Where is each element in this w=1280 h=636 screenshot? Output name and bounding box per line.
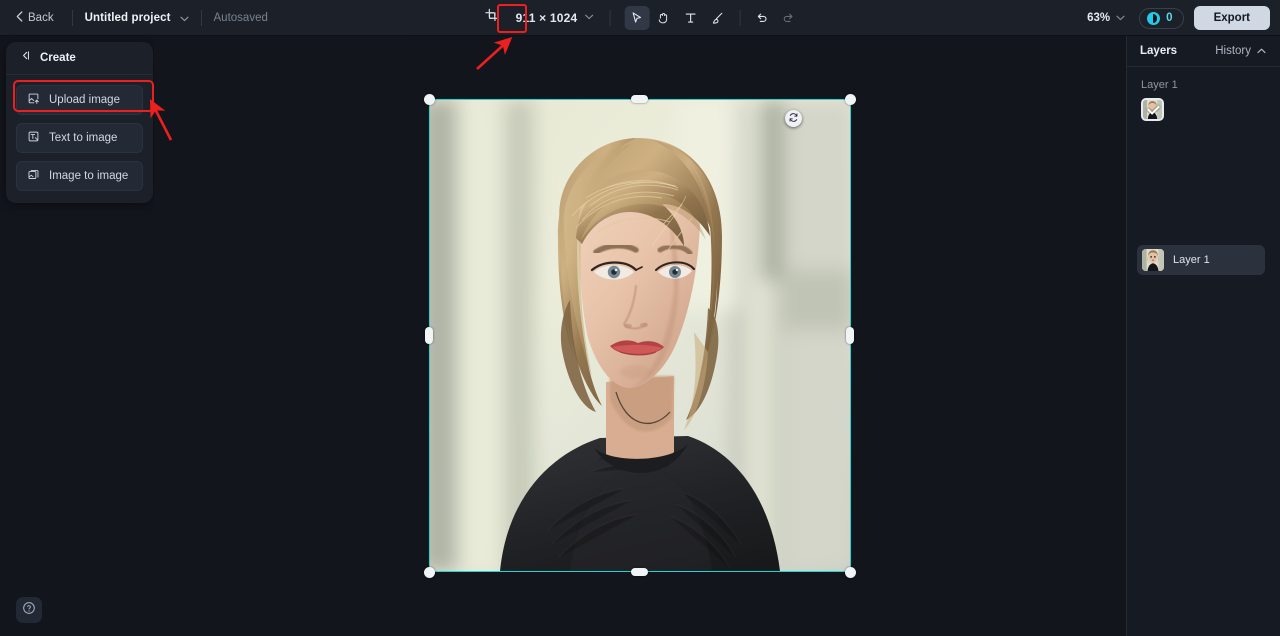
- divider: [739, 10, 740, 26]
- zoom-level: 63%: [1087, 12, 1110, 24]
- layer-thumbnail: [1142, 249, 1164, 271]
- autosave-status: Autosaved: [214, 12, 268, 24]
- chevron-down-icon[interactable]: [584, 12, 593, 23]
- tab-history[interactable]: History: [1215, 45, 1266, 57]
- text-to-image-button[interactable]: Text to image: [16, 123, 143, 153]
- hand-tool[interactable]: [651, 6, 676, 30]
- resize-handle-bottom-right[interactable]: [845, 567, 856, 578]
- upload-image-icon: [27, 92, 40, 108]
- active-layer-thumbnail[interactable]: [1141, 98, 1164, 121]
- coin-icon: [1147, 12, 1160, 25]
- undo-button[interactable]: [749, 6, 774, 30]
- create-panel-header: Create: [6, 42, 153, 75]
- export-button[interactable]: Export: [1194, 6, 1270, 30]
- tab-history-label: History: [1215, 45, 1251, 57]
- list-item[interactable]: Layer 1: [1137, 245, 1265, 275]
- top-bar-center: 911 × 1024: [479, 0, 802, 36]
- top-bar: Back Untitled project Autosaved: [0, 0, 1280, 36]
- resize-handle-top-right[interactable]: [845, 94, 856, 105]
- thumbnail-image: [1142, 249, 1164, 271]
- create-panel-title: Create: [40, 52, 76, 64]
- back-label: Back: [28, 12, 54, 24]
- zoom-control[interactable]: 63%: [1083, 9, 1129, 27]
- chevron-down-icon: [180, 9, 189, 27]
- image-to-image-button[interactable]: Image to image: [16, 161, 143, 191]
- image-to-image-icon: [27, 168, 40, 184]
- canvas-resize-button[interactable]: [479, 6, 505, 30]
- tool-group: [624, 6, 801, 30]
- help-button[interactable]: [16, 597, 42, 623]
- text-to-image-label: Text to image: [49, 132, 117, 144]
- resize-handle-middle-left[interactable]: [425, 327, 433, 344]
- top-bar-right: 63% 0 Export: [1083, 0, 1270, 36]
- layers-panel: Layers History Layer 1: [1126, 36, 1280, 636]
- chevron-left-icon: [16, 11, 23, 25]
- upload-image-button[interactable]: Upload image: [16, 85, 143, 115]
- project-name: Untitled project: [85, 12, 171, 24]
- canvas-area[interactable]: [154, 36, 1126, 636]
- project-name-menu[interactable]: Untitled project: [85, 9, 189, 27]
- image-to-image-label: Image to image: [49, 170, 128, 182]
- resize-handle-top-left[interactable]: [424, 94, 435, 105]
- divider: [609, 10, 610, 26]
- back-button[interactable]: Back: [10, 7, 60, 29]
- resize-handle-bottom-left[interactable]: [424, 567, 435, 578]
- layer-label: Layer 1: [1173, 254, 1210, 266]
- active-layer-caption: Layer 1: [1127, 67, 1280, 98]
- collapse-panel-icon[interactable]: [19, 49, 32, 67]
- resize-handle-bottom-center[interactable]: [631, 568, 648, 576]
- rotate-icon: [788, 110, 799, 128]
- resize-handle-top-center[interactable]: [631, 95, 648, 103]
- text-tool[interactable]: [678, 6, 703, 30]
- tab-layers[interactable]: Layers: [1140, 45, 1177, 57]
- text-to-image-icon: [27, 130, 40, 146]
- create-panel-items: Upload image Text to image: [6, 75, 153, 191]
- canvas-resize-icon: [484, 8, 499, 28]
- image-layer[interactable]: [430, 100, 850, 571]
- chevron-up-icon: [1257, 45, 1266, 57]
- canvas-dimensions[interactable]: 911 × 1024: [516, 11, 578, 25]
- rotate-handle[interactable]: [785, 110, 802, 127]
- brush-tool[interactable]: [705, 6, 730, 30]
- select-tool[interactable]: [624, 6, 649, 30]
- resize-handle-middle-right[interactable]: [846, 327, 854, 344]
- credits-badge[interactable]: 0: [1139, 8, 1183, 29]
- create-panel: Create Upload image: [6, 42, 153, 203]
- redo-button[interactable]: [776, 6, 801, 30]
- portrait-photo: [430, 100, 850, 571]
- divider: [72, 10, 73, 26]
- top-bar-left: Back Untitled project Autosaved: [0, 0, 268, 36]
- chevron-down-icon: [1116, 13, 1125, 24]
- credits-count: 0: [1166, 12, 1172, 24]
- layers-panel-header: Layers History: [1127, 36, 1280, 67]
- image-editor-app: Back Untitled project Autosaved: [0, 0, 1280, 636]
- question-circle-icon: [22, 601, 36, 620]
- divider: [201, 10, 202, 26]
- upload-image-label: Upload image: [49, 94, 120, 106]
